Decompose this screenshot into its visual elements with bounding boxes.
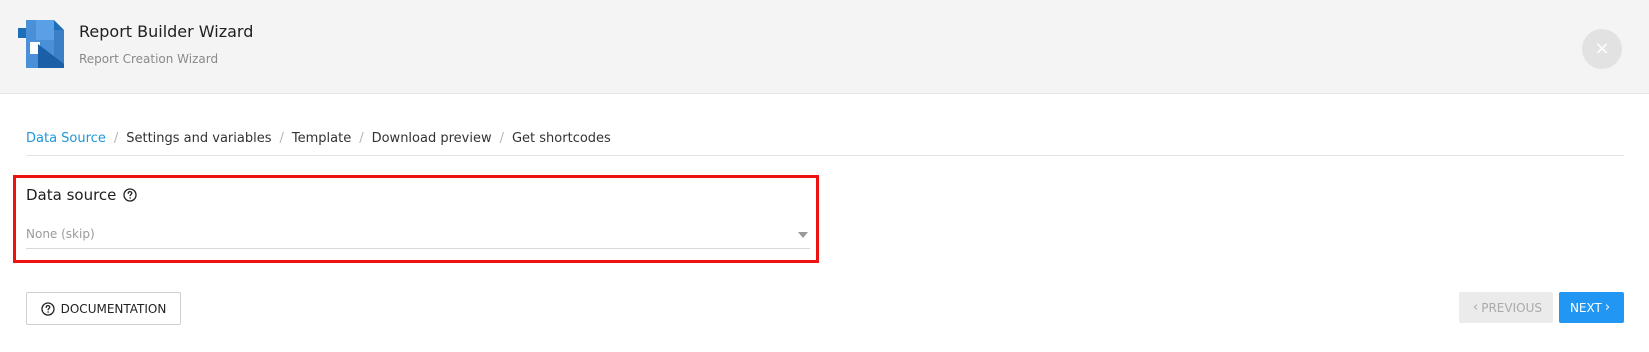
next-label: NEXT	[1569, 300, 1602, 315]
report-builder-logo-icon	[18, 20, 64, 68]
caret-down-icon	[798, 232, 808, 238]
chevron-right-icon: ›	[1604, 300, 1611, 315]
close-icon: ×	[1594, 38, 1610, 59]
step-separator: /	[113, 131, 119, 146]
question-circle-icon	[40, 301, 55, 316]
step-data-source[interactable]: Data Source	[26, 131, 106, 146]
step-separator: /	[499, 131, 504, 146]
data-source-selected-value: None (skip)	[26, 227, 95, 241]
wizard-header: Report Builder Wizard Report Creation Wi…	[0, 0, 1649, 94]
data-source-label: Data source	[26, 186, 117, 204]
documentation-label: DOCUMENTATION	[60, 301, 167, 316]
data-source-select[interactable]: None (skip)	[26, 223, 810, 249]
data-source-label-row: Data source	[26, 186, 138, 204]
step-get-shortcodes[interactable]: Get shortcodes	[512, 131, 611, 146]
step-template[interactable]: Template	[292, 131, 351, 146]
chevron-left-icon: ‹	[1473, 300, 1479, 315]
documentation-button[interactable]: DOCUMENTATION	[26, 292, 181, 325]
close-button[interactable]: ×	[1582, 29, 1622, 69]
step-separator: /	[279, 131, 284, 146]
step-settings-and-variables[interactable]: Settings and variables	[126, 131, 271, 146]
step-download-preview[interactable]: Download preview	[372, 131, 492, 146]
previous-button[interactable]: ‹ PREVIOUS	[1459, 292, 1553, 323]
data-source-panel: Data source None (skip)	[13, 175, 819, 263]
previous-label: PREVIOUS	[1481, 300, 1542, 315]
app-subtitle: Report Creation Wizard	[79, 52, 219, 66]
next-button[interactable]: NEXT ›	[1559, 292, 1624, 323]
question-circle-icon[interactable]	[123, 188, 138, 202]
wizard-steps-breadcrumb: Data Source / Settings and variables / T…	[26, 131, 1624, 156]
app-title: Report Builder Wizard	[79, 22, 254, 41]
step-separator: /	[359, 131, 364, 146]
